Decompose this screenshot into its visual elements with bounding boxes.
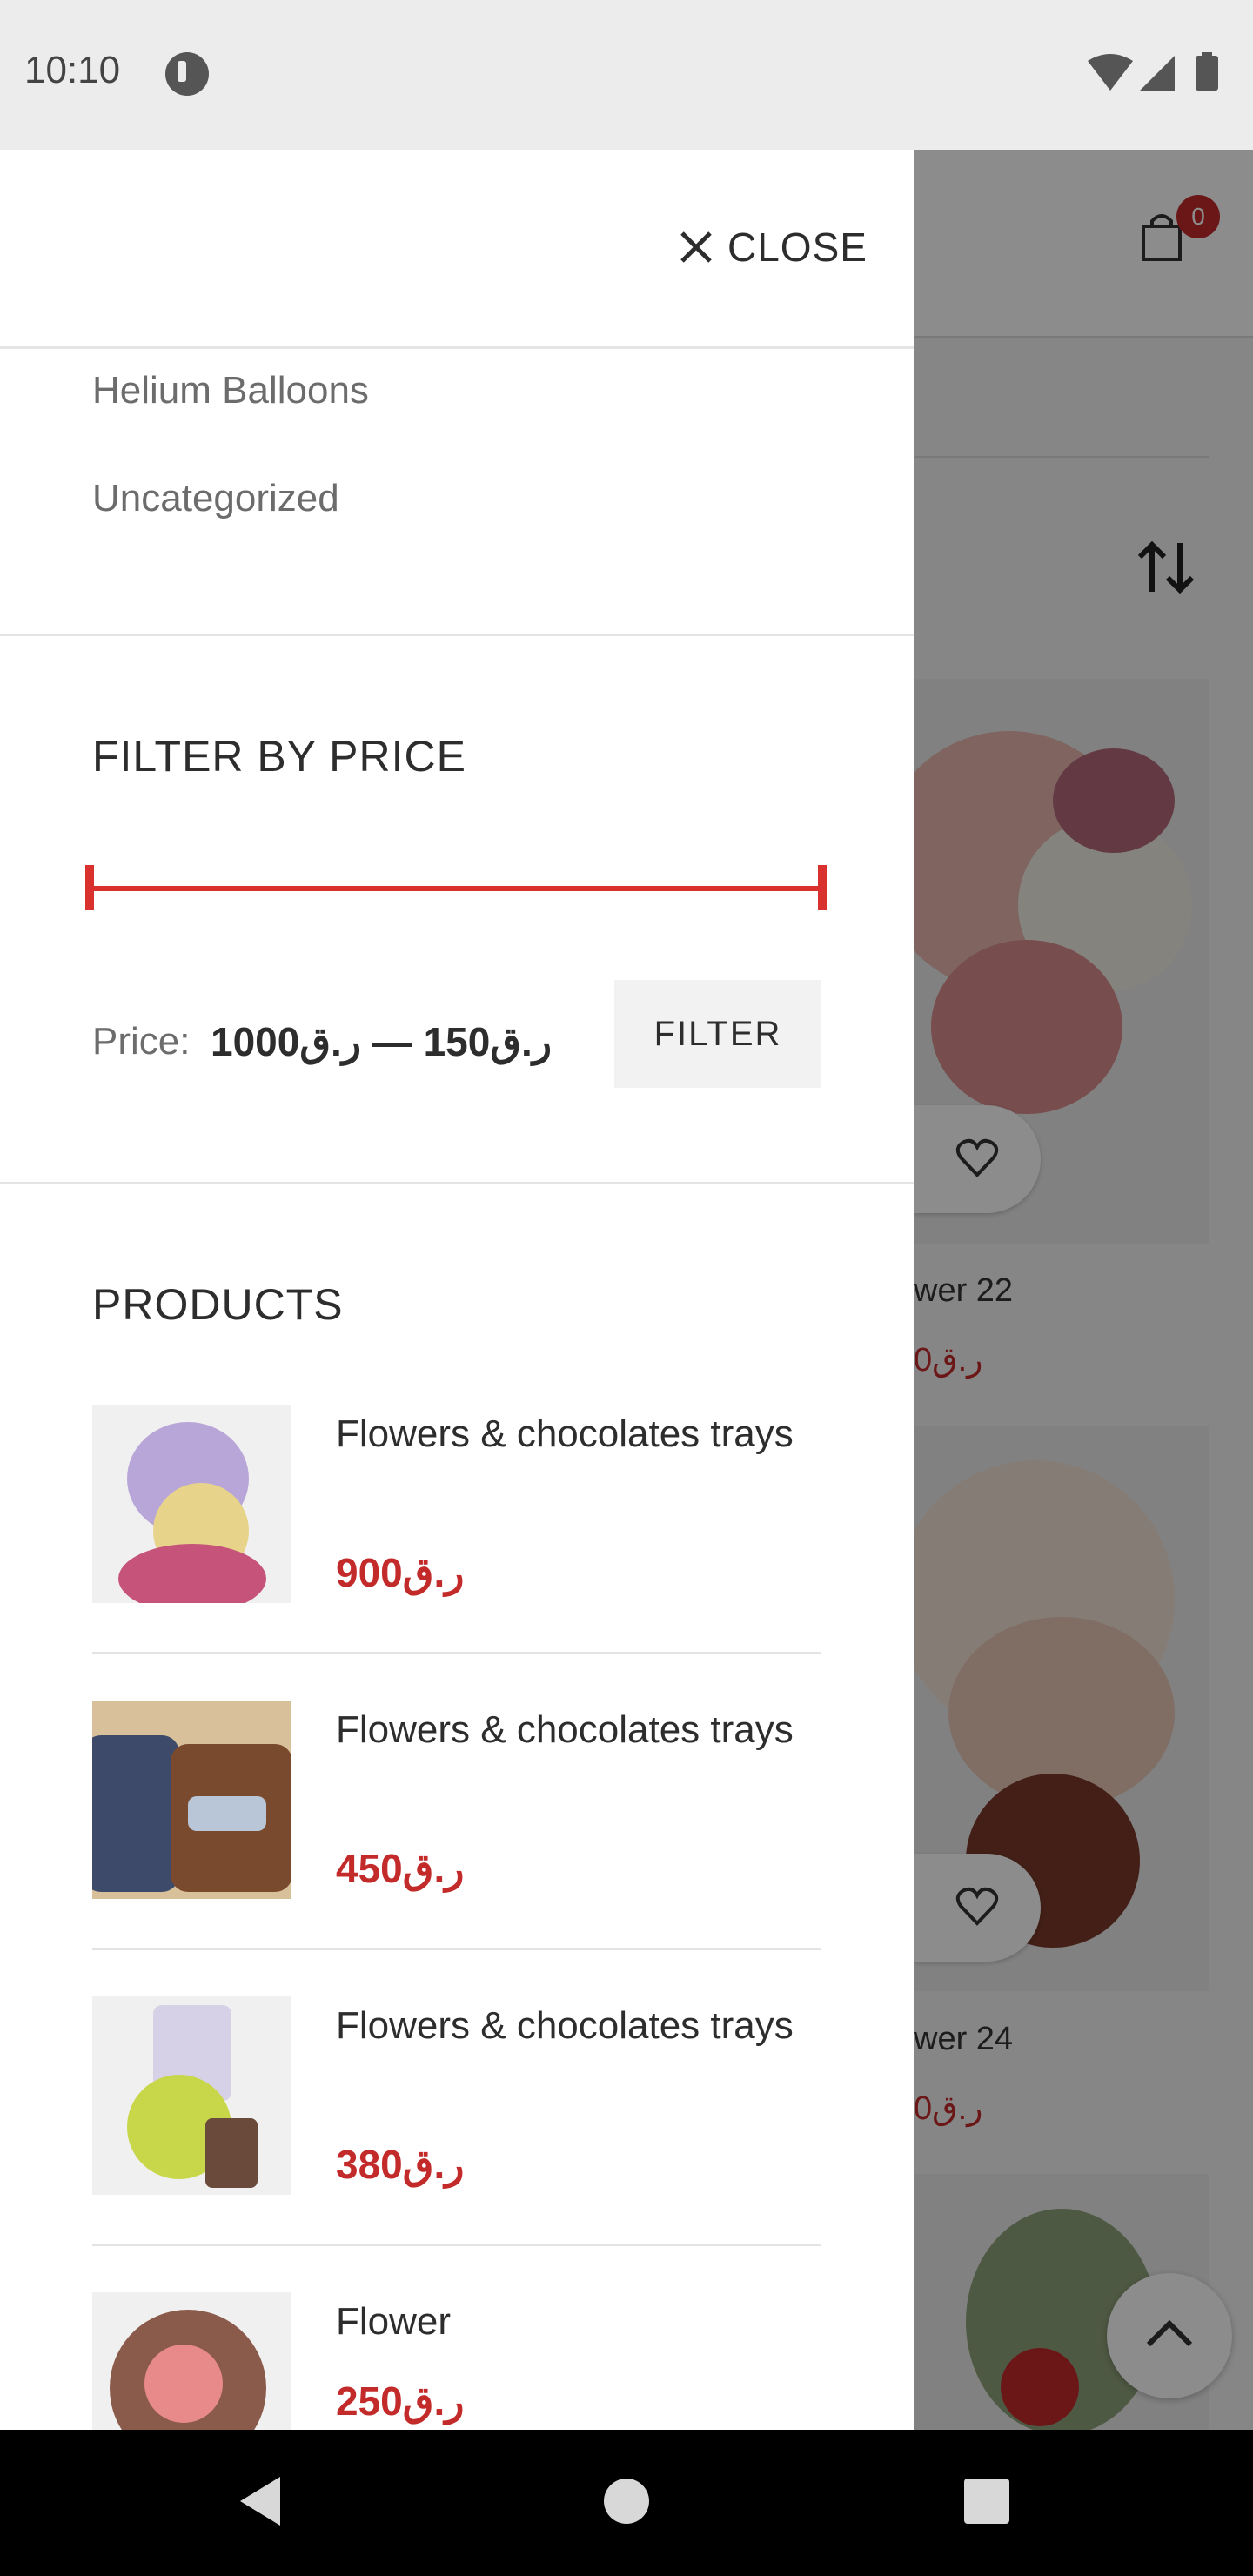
list-divider bbox=[92, 1948, 821, 1950]
price-slider-min-handle[interactable] bbox=[85, 865, 94, 910]
battery-icon bbox=[1196, 56, 1218, 91]
home-icon[interactable] bbox=[604, 2479, 649, 2524]
recents-icon[interactable] bbox=[964, 2479, 1009, 2524]
product-name[interactable]: Flowers & chocolates trays bbox=[336, 1405, 806, 1464]
divider bbox=[0, 1182, 914, 1184]
app-notification-icon bbox=[165, 52, 209, 96]
product-price: 380ر.ق bbox=[336, 2142, 465, 2187]
divider bbox=[0, 634, 914, 636]
close-label: CLOSE bbox=[727, 225, 868, 270]
category-link[interactable]: Uncategorized bbox=[92, 477, 339, 520]
product-name[interactable]: Flower bbox=[336, 2292, 806, 2351]
category-link[interactable]: Helium Balloons bbox=[92, 369, 369, 413]
close-button[interactable]: CLOSE bbox=[679, 221, 868, 273]
product-name[interactable]: Flowers & chocolates trays bbox=[336, 1996, 806, 2056]
product-price: 900ر.ق bbox=[336, 1550, 465, 1595]
price-range-value: ر.ق150 — ر.ق1000 bbox=[211, 1019, 553, 1064]
product-price: 250ر.ق bbox=[336, 2378, 465, 2424]
overlay-backdrop[interactable] bbox=[914, 150, 1253, 2430]
filter-drawer: CLOSE Helium Balloons Uncategorized FILT… bbox=[0, 150, 914, 2430]
back-icon[interactable] bbox=[235, 2473, 284, 2529]
product-thumbnail[interactable] bbox=[92, 2292, 291, 2430]
divider bbox=[0, 346, 914, 349]
price-slider-max-handle[interactable] bbox=[818, 865, 827, 910]
list-divider bbox=[92, 1652, 821, 1654]
filter-button[interactable]: FILTER bbox=[614, 980, 821, 1088]
price-label: Price: bbox=[92, 1020, 191, 1063]
list-divider bbox=[92, 2244, 821, 2246]
price-filter-title: FILTER BY PRICE bbox=[92, 732, 466, 781]
product-thumbnail[interactable] bbox=[92, 1996, 291, 2195]
product-name[interactable]: Flowers & chocolates trays bbox=[336, 1701, 806, 1760]
status-icons bbox=[1088, 52, 1218, 91]
status-time: 10:10 bbox=[24, 49, 121, 91]
price-slider-track[interactable] bbox=[92, 886, 827, 891]
product-thumbnail[interactable] bbox=[92, 1701, 291, 1899]
product-thumbnail[interactable] bbox=[92, 1405, 291, 1603]
products-widget-title: PRODUCTS bbox=[92, 1280, 344, 1329]
status-bar: 10:10 bbox=[0, 0, 1253, 150]
product-price: 450ر.ق bbox=[336, 1846, 465, 1891]
close-icon bbox=[680, 231, 712, 263]
wifi-icon bbox=[1088, 54, 1133, 91]
signal-icon bbox=[1140, 56, 1175, 91]
system-nav-bar bbox=[0, 2430, 1253, 2576]
